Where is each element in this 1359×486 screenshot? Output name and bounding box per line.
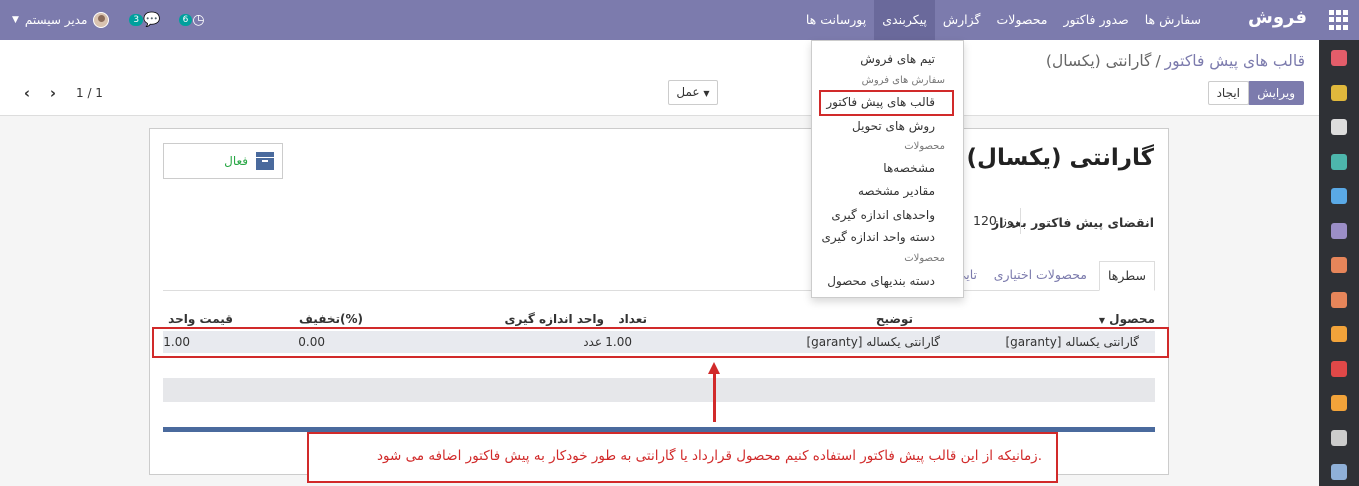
menu-orders[interactable]: سفارش ها (1137, 0, 1209, 40)
discuss-icon[interactable] (1331, 50, 1347, 66)
menu-reports[interactable]: گزارش (935, 0, 989, 40)
app-brand: فروش (1247, 7, 1307, 28)
notes-icon[interactable] (1331, 119, 1347, 135)
caret-down-icon[interactable]: ▼ (12, 15, 19, 25)
column-header-unit-price[interactable]: قیمت واحد (168, 312, 233, 326)
control-panel: قالب های پیش فاکتور/گارانتی (یکسال) ویرا… (0, 40, 1319, 116)
expiry-value[interactable]: 120 روز (973, 213, 1019, 228)
top-navbar: فروش سفارش ها صدور فاکتور محصولات گزارش … (0, 0, 1359, 40)
tab-lines[interactable]: سطرها (1098, 261, 1155, 291)
messaging-menu[interactable]: 3 💬 (127, 12, 161, 28)
invoicing-icon[interactable] (1331, 326, 1347, 342)
column-header-description[interactable]: توضیح (876, 312, 913, 326)
pos-icon[interactable] (1331, 464, 1347, 480)
column-header-uom[interactable]: واحد اندازه گیری (504, 312, 604, 326)
breadcrumb-separator: / (1155, 52, 1161, 70)
pager: ‹ › 1 / 1 (20, 84, 103, 102)
pager-value[interactable]: 1 / 1 (76, 86, 103, 100)
row-highlight-frame (152, 327, 1169, 358)
annotation-arrow (713, 372, 716, 422)
menu-item-product-categories[interactable]: دسته بندیهای محصول (827, 274, 935, 288)
app-sidebar (1319, 40, 1359, 486)
action-dropdown[interactable]: عمل ▼ (668, 80, 718, 105)
settings-icon[interactable] (1331, 188, 1347, 204)
activity-menu[interactable]: 6 ◷ (177, 12, 205, 28)
annotation-box: زمانیکه از این قالب پیش فاکتور استفاده ک… (307, 432, 1058, 483)
column-header-product[interactable]: ▼ محصول (1099, 312, 1155, 326)
calendar-icon[interactable] (1331, 84, 1347, 101)
clock-icon: ◷ (192, 12, 205, 28)
configuration-dropdown: تیم های فروش سفارش های فروش قالب های پیش… (811, 40, 964, 298)
form-tabs: سطرها محصولات اختیاری تایی (163, 261, 1155, 291)
table-footer-bar (163, 378, 1155, 402)
apps-grid-icon[interactable] (1329, 10, 1349, 30)
pager-next-icon[interactable]: › (46, 84, 60, 102)
menu-header-products-2: محصولات (904, 253, 945, 264)
tab-optional-products[interactable]: محصولات اختیاری (986, 261, 1095, 291)
menu-header-sales-orders: سفارش های فروش (861, 75, 945, 86)
breadcrumb: قالب های پیش فاکتور/گارانتی (یکسال) (1046, 52, 1305, 70)
action-label: عمل (676, 85, 700, 99)
avatar[interactable] (93, 12, 110, 28)
create-button[interactable]: ایجاد (1207, 81, 1249, 105)
menu-item-attributes[interactable]: مشخصه‌ها (883, 161, 935, 175)
menu-invoicing[interactable]: صدور فاکتور (1055, 0, 1136, 40)
annotation-text: زمانیکه از این قالب پیش فاکتور استفاده ک… (377, 448, 1042, 464)
breadcrumb-parent[interactable]: قالب های پیش فاکتور (1165, 52, 1305, 70)
chat-icon: 💬 (143, 12, 161, 28)
menu-item-attribute-values[interactable]: مقادیر مشخصه (858, 184, 935, 198)
caret-down-icon: ▼ (1098, 316, 1105, 325)
menu-item-uom-categories[interactable]: دسته واحد اندازه گیری (822, 230, 935, 244)
menu-products[interactable]: محصولات (989, 0, 1056, 40)
contacts-icon[interactable] (1331, 153, 1347, 170)
messages-badge: 3 (129, 14, 144, 26)
website-icon[interactable] (1331, 291, 1347, 308)
menu-header-products: محصولات (904, 141, 945, 152)
menu-item-delivery-methods[interactable]: روش های تحویل (852, 119, 935, 133)
form-sheet: فعال گارانتی (یکسال) انقضای پیش فاکتور ب… (149, 128, 1169, 475)
crm-icon[interactable] (1331, 222, 1347, 239)
caret-down-icon: ▼ (703, 89, 710, 98)
menu-item-sales-teams[interactable]: تیم های فروش (860, 52, 935, 66)
pager-previous-icon[interactable]: ‹ (20, 84, 34, 102)
column-header-discount[interactable]: تخفیف(%) (299, 312, 363, 326)
edit-button[interactable]: ویرایش (1248, 81, 1304, 105)
table-header: ▼ محصول توضیح تعداد واحد اندازه گیری تخف… (163, 309, 1155, 329)
purchase-icon[interactable] (1331, 429, 1347, 446)
inventory-icon[interactable] (1331, 360, 1347, 377)
sales-icon[interactable] (1331, 257, 1347, 273)
menu-highlight-frame (819, 90, 954, 116)
main-menu: سفارش ها صدور فاکتور محصولات گزارش پیکرب… (798, 0, 1209, 40)
helpdesk-icon[interactable] (1331, 395, 1347, 411)
activities-badge: 6 (178, 14, 193, 26)
menu-item-uom[interactable]: واحدهای اندازه گیری (831, 208, 935, 222)
user-area: ▼ مدیر سیستم 3 💬 6 ◷ (12, 0, 221, 40)
menu-configuration[interactable]: پیکربندی (874, 0, 935, 40)
menu-commissions[interactable]: پورسانت ها (798, 0, 874, 40)
user-menu[interactable]: مدیر سیستم (25, 13, 88, 27)
status-label: فعال (224, 154, 248, 168)
page-title: گارانتی (یکسال) (966, 145, 1154, 171)
column-header-quantity[interactable]: تعداد (619, 312, 647, 326)
field-divider (1020, 208, 1021, 234)
archive-icon (256, 152, 274, 170)
active-toggle-button[interactable]: فعال (163, 143, 283, 179)
breadcrumb-current: گارانتی (یکسال) (1045, 52, 1152, 70)
